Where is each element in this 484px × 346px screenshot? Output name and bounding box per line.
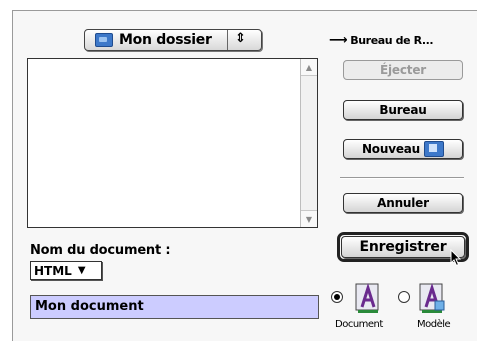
- file-list-scrollbar[interactable]: ▲ ▼: [300, 59, 317, 227]
- scroll-down-arrow-icon[interactable]: ▼: [301, 210, 317, 227]
- location-popup-label: Mon dossier: [119, 32, 212, 48]
- arrow-right-icon: ⟶: [329, 33, 348, 48]
- desktop-button[interactable]: Bureau: [343, 100, 463, 120]
- document-name-field[interactable]: Mon document: [30, 295, 319, 319]
- new-folder-icon: [424, 141, 445, 157]
- document-format-icon: [355, 283, 379, 313]
- document-name-label: Nom du document :: [30, 243, 171, 258]
- file-list[interactable]: ▲ ▼: [27, 58, 318, 228]
- save-button[interactable]: Enregistrer: [341, 236, 465, 258]
- template-format-icon: [419, 283, 445, 313]
- model-radio[interactable]: [398, 291, 410, 303]
- folder-icon: [95, 33, 113, 47]
- format-popup-value: HTML: [34, 263, 72, 278]
- button-divider: [340, 177, 464, 179]
- model-option-label: Modèle: [417, 319, 451, 330]
- location-popup[interactable]: Mon dossier ⇕: [84, 29, 262, 51]
- popup-separator: [227, 30, 228, 50]
- chevron-down-icon: ▼: [77, 265, 86, 276]
- new-folder-label: Nouveau: [361, 142, 421, 156]
- format-popup[interactable]: HTML ▼: [30, 261, 102, 280]
- cancel-button[interactable]: Annuler: [343, 193, 463, 213]
- document-radio[interactable]: [331, 291, 343, 303]
- mouse-pointer-icon: [450, 249, 462, 267]
- desktop-path-link[interactable]: ⟶ Bureau de R...: [329, 33, 434, 48]
- scroll-up-arrow-icon[interactable]: ▲: [301, 59, 317, 76]
- eject-button[interactable]: Éjecter: [343, 60, 463, 80]
- desktop-path-label: Bureau de R...: [350, 34, 434, 47]
- new-folder-button[interactable]: Nouveau: [343, 139, 463, 159]
- document-option-label: Document: [335, 319, 383, 330]
- updown-arrows-icon: ⇕: [235, 31, 246, 46]
